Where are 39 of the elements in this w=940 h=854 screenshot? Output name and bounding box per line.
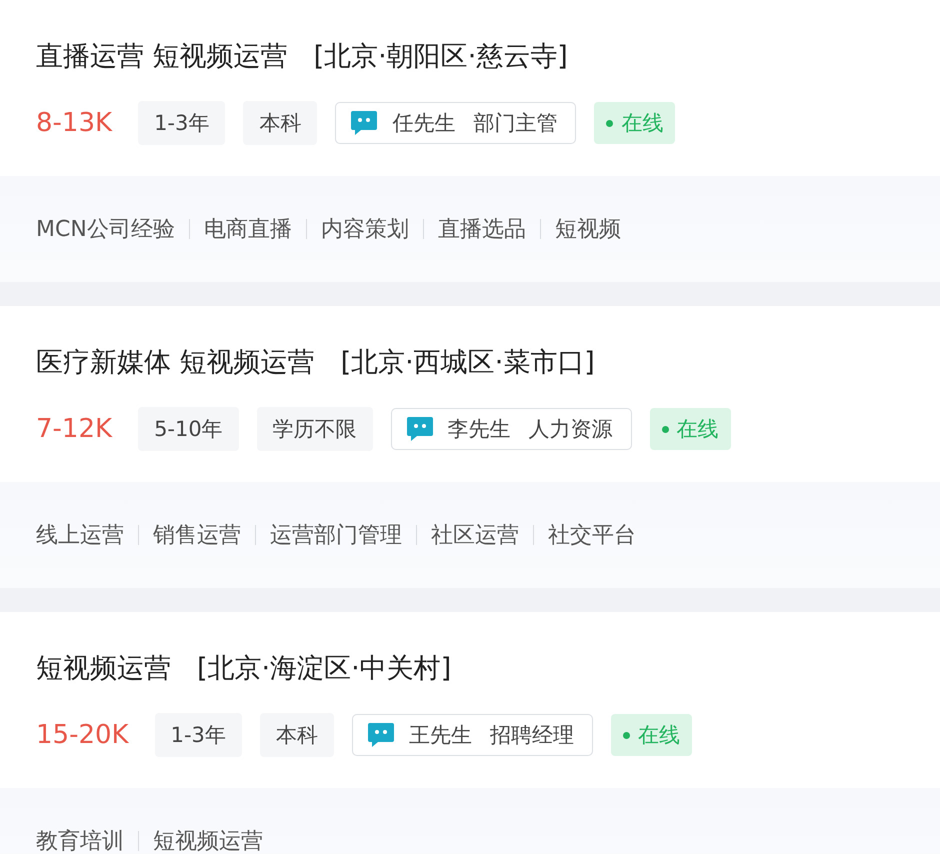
online-badge: 在线: [610, 714, 692, 756]
salary: 15-20K: [36, 720, 129, 750]
skill-tag: 销售运营: [153, 520, 241, 550]
skill-tag: 短视频: [554, 214, 621, 244]
job-card[interactable]: 直播运营 短视频运营 [北京·朝阳区·慈云寺] 8-13K 1-3年 本科 任先生 部门主管 在线 MCN公司经验 电商直播 内容策划 直播选品 短视频: [0, 0, 940, 282]
job-card[interactable]: 短视频运营 [北京·海淀区·中关村] 15-20K 1-3年 本科 王先生 招聘经理 在线 教育培训 短视频运营: [0, 612, 940, 854]
job-location: [北京·海淀区·中关村]: [197, 652, 452, 686]
job-card[interactable]: 医疗新媒体 短视频运营 [北京·西城区·菜市口] 7-12K 5-10年 学历不限 李先生 人力资源 在线 线上运营 销售运营 运营部门管理 社区运营 社交平台: [0, 306, 940, 588]
education-tag: 学历不限: [256, 407, 373, 451]
job-title: 直播运营 短视频运营: [36, 40, 288, 74]
experience-tag: 1-3年: [138, 101, 226, 145]
skill-tag: 运营部门管理: [270, 520, 402, 550]
experience-tag: 1-3年: [154, 713, 242, 757]
chat-icon: [406, 416, 434, 442]
recruiter-chat-button[interactable]: 王先生 招聘经理: [352, 714, 593, 756]
skill-tag: 社区运营: [431, 520, 519, 550]
skill-tag: 社交平台: [548, 520, 636, 550]
education-tag: 本科: [260, 713, 334, 757]
recruiter-chat-button[interactable]: 任先生 部门主管: [335, 102, 576, 144]
job-title: 医疗新媒体 短视频运营: [36, 346, 315, 380]
salary: 8-13K: [36, 108, 112, 138]
skill-tag: 教育培训: [36, 826, 124, 854]
job-location: [北京·西城区·菜市口]: [340, 346, 595, 380]
online-badge: 在线: [650, 408, 731, 450]
skill-tag: MCN公司经验: [36, 214, 175, 244]
job-title: 短视频运营: [36, 652, 171, 686]
online-badge: 在线: [594, 102, 676, 144]
skill-tag: 线上运营: [36, 520, 124, 550]
experience-tag: 5-10年: [138, 407, 239, 451]
recruiter-chat-button[interactable]: 李先生 人力资源: [390, 408, 632, 450]
education-tag: 本科: [243, 101, 318, 145]
job-location: [北京·朝阳区·慈云寺]: [314, 40, 568, 74]
chat-icon: [350, 110, 378, 136]
skill-tag: 内容策划: [320, 214, 409, 244]
skill-tag: 短视频运营: [153, 826, 263, 854]
salary: 7-12K: [36, 414, 112, 444]
skill-tag: 电商直播: [204, 214, 292, 244]
chat-icon: [366, 722, 395, 748]
skill-tag: 直播选品: [438, 214, 526, 244]
